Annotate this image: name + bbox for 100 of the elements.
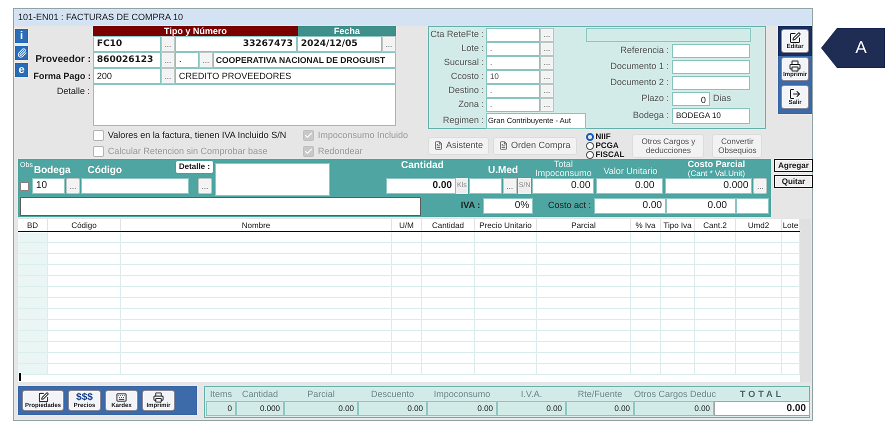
lookup-button[interactable]: ... (540, 84, 554, 98)
input-field[interactable]: FC10 (92, 36, 161, 52)
input-field[interactable] (468, 178, 502, 194)
column-header: % Iva (631, 219, 661, 231)
dollar-icon: $$$ (76, 392, 93, 402)
input-field[interactable]: 860026123 (92, 52, 161, 68)
edit-icon (38, 392, 48, 402)
field-label: Plazo : (640, 92, 670, 105)
input-field[interactable]: 0 (672, 92, 710, 106)
lookup-button[interactable]: ... (160, 52, 175, 68)
radio-button[interactable] (586, 132, 594, 140)
lookup-button[interactable]: ... (540, 56, 554, 70)
lookup-button[interactable]: ... (502, 178, 517, 194)
input-field[interactable]: COOPERATIVA NACIONAL DE DROGUIST (212, 52, 396, 68)
obs-checkbox[interactable] (20, 182, 29, 190)
input-field[interactable] (20, 196, 422, 216)
input-field[interactable] (672, 44, 750, 58)
input-field[interactable]: . (486, 42, 540, 56)
field-label: Detalle : (56, 85, 91, 98)
input-field[interactable]: 0% (483, 198, 534, 214)
field-label: Valor Unitario (602, 165, 658, 178)
input-field[interactable]: 0.00 (666, 198, 736, 214)
field-label: (Cant * Val.Unit) (688, 169, 745, 178)
total-value: 0.000 (236, 401, 284, 416)
input-field[interactable] (736, 198, 769, 214)
action-button[interactable]: Convertir Obsequios (712, 134, 762, 158)
document-icon (434, 141, 443, 150)
info-icon[interactable]: e (15, 63, 28, 77)
info-icon[interactable]: i (15, 29, 28, 43)
keyboard-icon (116, 392, 128, 402)
field-label: Bodega : (632, 108, 670, 122)
column-header: Parcial (537, 219, 631, 231)
input-field[interactable] (672, 60, 750, 74)
lookup-button[interactable]: ... (540, 98, 554, 112)
checkbox[interactable] (92, 130, 104, 142)
input-field[interactable]: 33267473 (174, 36, 297, 52)
action-button[interactable]: Otros Cargos y deducciones (632, 134, 704, 158)
lookup-button[interactable]: ... (160, 68, 175, 84)
cursor-marker (19, 373, 21, 381)
checkbox-label: Redondear (318, 144, 362, 158)
column-header: Cant.2 (695, 219, 736, 231)
lookup-button[interactable]: ... (382, 36, 396, 52)
radio-button[interactable] (586, 150, 594, 158)
input-field[interactable]: 0.00 (594, 198, 666, 214)
input-field[interactable]: 2024/12/05 (296, 36, 382, 52)
lookup-button[interactable]: ... (66, 178, 80, 194)
total-value: 0.00 (497, 401, 566, 416)
radio-button[interactable] (586, 142, 594, 150)
total-value: 0.00 (284, 401, 358, 416)
column-header: U/M (392, 219, 422, 231)
total-label: TOTAL (738, 388, 786, 401)
input-field[interactable]: . (174, 52, 199, 68)
input-field[interactable]: 10 (32, 178, 65, 194)
input-field[interactable]: . (486, 84, 540, 98)
column-header: BD (18, 219, 48, 231)
input-field[interactable]: . (486, 56, 540, 70)
field-label: Bodega (34, 164, 71, 178)
lookup-button[interactable]: ... (540, 70, 554, 84)
entry-button[interactable]: Quitar (774, 175, 813, 188)
total-label: Descuento (370, 388, 416, 401)
field-label: Documento 1 : (609, 60, 670, 73)
lookup-button[interactable]: ... (198, 52, 213, 68)
action-button[interactable]: Orden Compra (492, 136, 576, 154)
read-only-field[interactable]: BODEGA 10 (672, 108, 750, 124)
column-header: Nombre (121, 219, 392, 231)
total-value: 0.00 (566, 401, 634, 416)
input-field[interactable] (672, 76, 750, 90)
lookup-button[interactable]: ... (160, 36, 175, 52)
lookup-button[interactable]: ... (753, 178, 768, 194)
input-field[interactable]: 0.00 (532, 178, 594, 194)
input-field[interactable]: 0.00 (386, 178, 456, 194)
total-label: Parcial (306, 388, 336, 401)
input-field[interactable]: 0.000 (665, 178, 752, 194)
checkbox-label: Impoconsumo Incluido (318, 129, 408, 142)
edit-icon (789, 32, 802, 44)
document-icon (498, 141, 508, 150)
total-label: Items (208, 388, 233, 401)
input-field[interactable]: CREDITO PROVEEDORES (174, 68, 396, 84)
input-field[interactable]: 200 (92, 68, 161, 84)
column-header: Precio Unitario (475, 219, 537, 231)
lookup-button[interactable]: ... (198, 178, 212, 194)
field-label: Proveedor : (34, 53, 92, 67)
field-label: Forma Pago : (32, 70, 92, 83)
field-label: U.Med (487, 164, 519, 178)
input-field[interactable]: 10 (486, 70, 540, 84)
input-field[interactable] (486, 28, 540, 42)
action-button[interactable]: Asistente (428, 136, 489, 154)
text-area[interactable] (92, 84, 396, 126)
entry-button[interactable]: Agregar (774, 159, 813, 172)
text-area[interactable] (215, 163, 330, 196)
field-label: Lote : (460, 42, 485, 56)
checkbox-label: Calcular Retencion sin Comprobar base (108, 144, 268, 158)
input-field[interactable] (81, 178, 189, 194)
lookup-button[interactable]: ... (540, 42, 554, 56)
input-field[interactable]: . (486, 98, 540, 112)
lookup-button[interactable]: ... (540, 28, 554, 42)
paperclip-icon[interactable] (15, 46, 28, 60)
input-field[interactable]: 0.00 (596, 178, 664, 194)
field-label: Costo act : (546, 199, 592, 212)
field-label: IVA : (460, 199, 482, 212)
